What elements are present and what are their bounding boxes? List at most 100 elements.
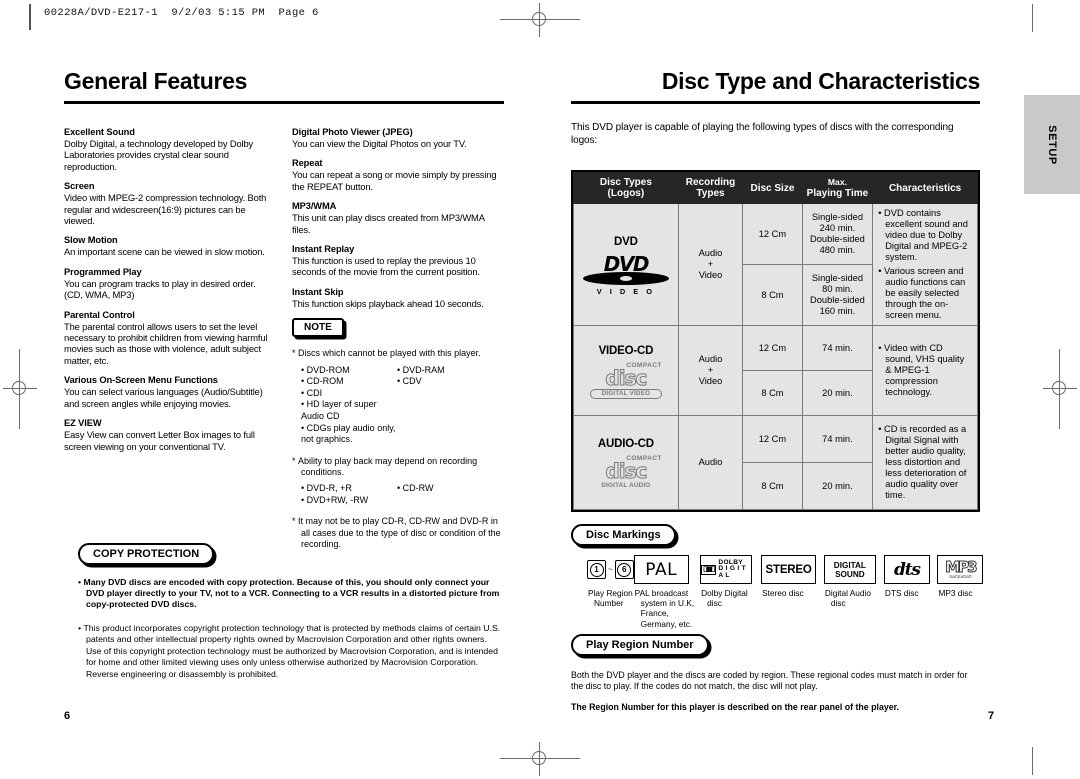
region-badge-to: 6: [614, 560, 634, 579]
registration-mark-bottom: [500, 742, 580, 776]
disc-type-name: DVD: [614, 235, 638, 248]
page-number-right: 7: [988, 710, 995, 722]
copy-protection-bullet-plain: • This product incorporates copyright pr…: [78, 623, 501, 679]
feature-block: Repeat You can repeat a song or movie sim…: [292, 158, 504, 192]
cell-time-vcd-12: 74 min.: [801, 325, 874, 371]
characteristic-bullet: • Various screen and audio functions can…: [878, 266, 966, 320]
cell-size-dvd-8: 8 Cm: [742, 264, 803, 326]
trim-line-top-right: [1032, 4, 1033, 32]
dts-logo-icon: dts: [883, 555, 930, 584]
feature-block: Various On-Screen Menu Functions You can …: [64, 375, 276, 409]
list-item: • DVD-R, +R: [301, 483, 352, 494]
feature-body: Dolby Digital, a technology developed by…: [64, 138, 254, 172]
feature-block: Slow Motion An important scene can be vie…: [64, 235, 276, 257]
registration-mark-right: [1043, 349, 1077, 429]
marking-caption: Digital Audio disc: [824, 588, 871, 609]
table-row-audio-cd: AUDIO-CD COMPACT disc DIGITAL AUDIO Audi…: [573, 415, 978, 510]
list-item: • DVD-RAM: [397, 364, 445, 375]
mp3-logo-icon: MP3 SaCKaGeD: [937, 555, 984, 584]
feature-heading: Instant Skip: [292, 286, 344, 297]
feature-heading: Instant Replay: [292, 244, 355, 255]
compact-disc-digital-video-logo-icon: COMPACT disc DIGITAL VIDEO: [589, 362, 662, 399]
title-rule-left: [64, 101, 504, 104]
table-row-dvd: DVD DVD V I D E O Audio + Video 12 Cm Si…: [573, 203, 978, 326]
feature-block: Excellent Sound Dolby Digital, a technolo…: [64, 127, 276, 172]
feature-body: Easy View can convert Letter Box images …: [64, 429, 255, 452]
feature-heading: Programmed Play: [64, 266, 142, 277]
column-header-disc-types: Disc Types (Logos): [573, 172, 679, 204]
intro-text: This DVD player is capable of playing th…: [571, 122, 954, 146]
page-number-left: 6: [64, 710, 71, 722]
cell-time-vcd-8: 20 min.: [801, 370, 874, 416]
note-label: NOTE: [292, 318, 344, 338]
left-page: General Features: [64, 68, 504, 104]
page-title-left: General Features: [64, 68, 248, 94]
feature-heading: Slow Motion: [64, 235, 118, 246]
dolby-double-d-icon: ◨◧: [701, 564, 717, 575]
marking-mp3: MP3 SaCKaGeD MP3 disc: [937, 555, 991, 598]
note-item-text: Ability to play back may depend on recor…: [298, 455, 478, 477]
marking-digital-sound: DIGITAL SOUND Digital Audio disc: [823, 555, 884, 609]
marking-stereo: STEREO Stereo disc: [761, 555, 824, 598]
feature-body: You can select various languages (Audio/…: [64, 386, 263, 409]
region-badge-from: 1: [587, 560, 606, 579]
feature-block: Parental Control The parental control all…: [64, 310, 276, 367]
cell-recording-dvd: Audio + Video: [677, 203, 744, 326]
disc-markings-section: Disc Markings 1 ~ 6 Play Region Number P…: [571, 524, 991, 629]
feature-block: Programmed Play You can program tracks to…: [64, 267, 276, 301]
column-header-characteristics: Characteristics: [872, 172, 978, 204]
marking-caption: MP3 disc: [938, 588, 973, 598]
disc-type-name: VIDEO-CD: [598, 345, 654, 357]
registration-mark-top: [500, 3, 580, 37]
marking-caption: Dolby Digital disc: [701, 588, 748, 609]
characteristic-bullet: • Video with CD sound, VHS quality & MPE…: [878, 343, 965, 397]
cell-time-acd-12: 74 min.: [801, 415, 874, 463]
marking-caption: Stereo disc: [762, 588, 804, 598]
page-title-right: Disc Type and Characteristics: [661, 68, 980, 94]
list-item: • CD-ROM: [301, 376, 344, 387]
dolby-digital-logo-icon: ◨◧ DOLBY D I G I T A L: [700, 555, 753, 584]
column-header-max-playing-time: Max. Playing Time: [801, 172, 874, 204]
cell-disc-type-dvd: DVD DVD V I D E O: [573, 203, 679, 326]
table-row-video-cd: VIDEO-CD COMPACT disc DIGITAL VIDEO Audi…: [573, 325, 978, 416]
print-slug: 00228A/DVD-E217-1 9/2/03 5:15 PM Page 6: [44, 7, 319, 19]
table-header-row: Disc Types (Logos) Recording Types Disc …: [573, 172, 978, 204]
cell-disc-type-video-cd: VIDEO-CD COMPACT disc DIGITAL VIDEO: [573, 325, 679, 416]
cell-time-dvd-12: Single-sided 240 min. Double-sided 480 m…: [801, 203, 874, 265]
features-column-2: Digital Photo Viewer (JPEG) You can view …: [292, 127, 504, 553]
note-list-2: • DVD-R, +R • DVD+RW, -RW • CD-RW: [301, 483, 504, 506]
marking-dts: dts DTS disc: [883, 555, 938, 598]
characteristic-bullet: • DVD contains excellent sound and video…: [878, 208, 968, 262]
feature-heading: Repeat: [292, 158, 323, 169]
marking-caption: Play Region Number: [588, 588, 633, 609]
copy-protection-label: COPY PROTECTION: [78, 543, 215, 565]
marking-caption: DTS disc: [884, 588, 919, 598]
list-item: • CD-RW: [397, 483, 434, 494]
compact-disc-digital-audio-logo-icon: COMPACT disc DIGITAL AUDIO: [590, 455, 662, 490]
cell-size-vcd-12: 12 Cm: [742, 325, 803, 371]
manual-spread: 00228A/DVD-E217-1 9/2/03 5:15 PM Page 6 …: [0, 0, 1080, 779]
disc-markings-row: 1 ~ 6 Play Region Number PAL PAL broadca…: [571, 555, 991, 629]
cell-size-acd-8: 8 Cm: [742, 462, 803, 510]
registration-mark-left: [3, 349, 37, 429]
note-item-1: * Discs which cannot be played with this…: [292, 348, 504, 359]
digital-sound-logo-icon: DIGITAL SOUND: [823, 555, 876, 584]
feature-block: Instant Replay This function is used to r…: [292, 244, 504, 278]
note-section: NOTE * Discs which cannot be played with…: [292, 317, 504, 550]
feature-block: Instant Skip This function skips playback…: [292, 287, 504, 309]
cell-characteristics-audio-cd: • CD is recorded as a Digital Signal wit…: [872, 415, 978, 510]
features-column-1: Excellent Sound Dolby Digital, a technolo…: [64, 127, 276, 461]
pal-logo-icon: PAL: [633, 555, 689, 584]
list-item: • CDI: [301, 387, 323, 398]
feature-heading: EZ VIEW: [64, 418, 102, 429]
characteristic-bullet: • CD is recorded as a Digital Signal wit…: [878, 424, 967, 500]
setup-tab[interactable]: SETUP: [1024, 95, 1080, 194]
column-header-disc-size: Disc Size: [742, 172, 803, 204]
cell-recording-video-cd: Audio + Video: [677, 325, 744, 416]
cell-size-acd-12: 12 Cm: [742, 415, 803, 463]
copy-protection-bullet-bold: • Many DVD discs are encoded with copy p…: [78, 577, 500, 609]
trim-line-bottom-right: [1032, 747, 1033, 775]
list-item: • DVD-ROM: [301, 364, 350, 375]
list-item: • CDV: [397, 376, 422, 387]
disc-wordmark: disc: [605, 366, 648, 390]
